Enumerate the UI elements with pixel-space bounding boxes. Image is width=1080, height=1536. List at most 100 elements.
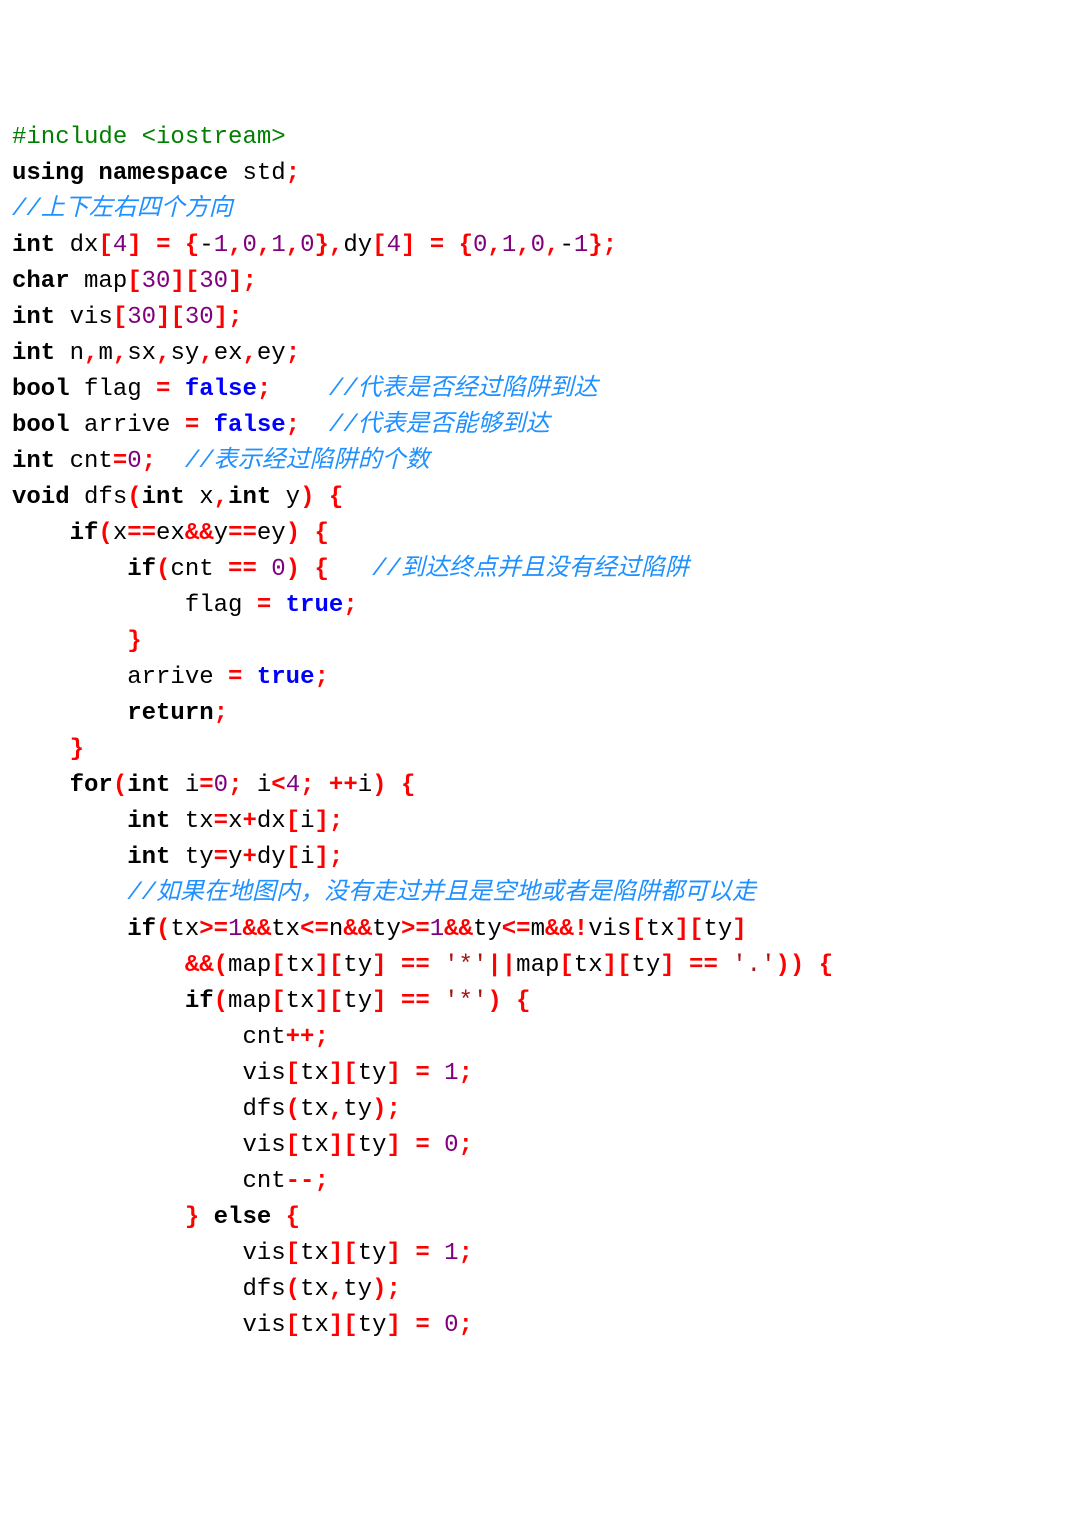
id-token bbox=[430, 952, 444, 979]
punc-token: = bbox=[199, 772, 213, 799]
num-token: 1 bbox=[502, 232, 516, 259]
bkt-token: [ bbox=[286, 1060, 300, 1087]
id-token: flag bbox=[70, 376, 156, 403]
kw-token: using namespace bbox=[12, 160, 228, 187]
code-line: if(map[tx][ty] == '*') { bbox=[12, 984, 1068, 1020]
type-token: bool bbox=[12, 376, 70, 403]
code-line: cnt++; bbox=[12, 1020, 1068, 1056]
id-token bbox=[430, 1240, 444, 1267]
comment-token: //到达终点并且没有经过陷阱 bbox=[372, 556, 689, 583]
id-token: vis bbox=[12, 1312, 286, 1339]
bkt-token: ][ bbox=[314, 952, 343, 979]
id-token bbox=[315, 484, 329, 511]
type-token: bool bbox=[12, 412, 70, 439]
num-token: 0 bbox=[271, 556, 285, 583]
id-token bbox=[156, 448, 185, 475]
type-token: int bbox=[127, 772, 170, 799]
punc-token: == bbox=[689, 952, 718, 979]
code-line: char map[30][30]; bbox=[12, 264, 1068, 300]
id-token: tx bbox=[300, 1060, 329, 1087]
punc-token: = bbox=[228, 664, 242, 691]
punc-token: , bbox=[545, 232, 559, 259]
num-token: 1 bbox=[444, 1060, 458, 1087]
punc-token: == bbox=[228, 520, 257, 547]
id-token bbox=[387, 772, 401, 799]
id-token bbox=[12, 880, 127, 907]
punc-token: ) bbox=[372, 772, 386, 799]
id-token: y bbox=[271, 484, 300, 511]
bkt-token: [ bbox=[286, 1132, 300, 1159]
id-token: ex bbox=[214, 340, 243, 367]
id-token: arrive bbox=[12, 664, 228, 691]
id-token: ty bbox=[170, 844, 213, 871]
code-line: int cnt=0; //表示经过陷阱的个数 bbox=[12, 444, 1068, 480]
bkt-token: ] bbox=[401, 232, 415, 259]
num-token: 1 bbox=[214, 232, 228, 259]
punc-token: --; bbox=[286, 1168, 329, 1195]
id-token bbox=[387, 988, 401, 1015]
punc-token: ; bbox=[459, 1312, 473, 1339]
bkt-token: ] bbox=[387, 1312, 401, 1339]
bkt-token: [ bbox=[98, 232, 112, 259]
num-token: 0 bbox=[214, 772, 228, 799]
bkt-token: [ bbox=[286, 1312, 300, 1339]
punc-token: { bbox=[185, 232, 199, 259]
bkt-token: ][ bbox=[156, 304, 185, 331]
punc-token: <= bbox=[300, 916, 329, 943]
code-line: //上下左右四个方向 bbox=[12, 192, 1068, 228]
code-line: &&(map[tx][ty] == '*'||map[tx][ty] == '.… bbox=[12, 948, 1068, 984]
kw-token: for bbox=[70, 772, 113, 799]
kwb-token: true bbox=[286, 592, 344, 619]
id-token: flag bbox=[12, 592, 257, 619]
punc-token: >= bbox=[199, 916, 228, 943]
str-token: '*' bbox=[444, 988, 487, 1015]
punc-token: ; bbox=[257, 376, 271, 403]
punc-token: = bbox=[415, 1132, 429, 1159]
punc-token: = bbox=[415, 1240, 429, 1267]
punc-token: , bbox=[329, 1276, 343, 1303]
comment-token: //表示经过陷阱的个数 bbox=[185, 448, 430, 475]
bkt-token: ] bbox=[732, 916, 746, 943]
bkt-token: [ bbox=[271, 952, 285, 979]
id-token: sx bbox=[127, 340, 156, 367]
id-token bbox=[12, 628, 127, 655]
id-token: ex bbox=[156, 520, 185, 547]
punc-token: = bbox=[185, 412, 199, 439]
type-token: int bbox=[142, 484, 185, 511]
type-token: int bbox=[127, 844, 170, 871]
code-line: } else { bbox=[12, 1200, 1068, 1236]
punc-token: , bbox=[257, 232, 271, 259]
id-token bbox=[444, 232, 458, 259]
punc-token: == bbox=[127, 520, 156, 547]
punc-token: ; bbox=[459, 1132, 473, 1159]
id-token: ty bbox=[343, 1096, 372, 1123]
id-token bbox=[12, 844, 127, 871]
num-token: 1 bbox=[444, 1240, 458, 1267]
id-token: x bbox=[185, 484, 214, 511]
id-token: vis bbox=[55, 304, 113, 331]
punc-token: ; bbox=[242, 268, 256, 295]
id-token bbox=[430, 1312, 444, 1339]
punc-token: ( bbox=[98, 520, 112, 547]
id-token: vis bbox=[12, 1132, 286, 1159]
bkt-token: [ bbox=[113, 304, 127, 331]
id-token bbox=[271, 592, 285, 619]
id-token bbox=[329, 556, 372, 583]
num-token: 1 bbox=[574, 232, 588, 259]
id-token bbox=[430, 1060, 444, 1087]
id-token: tx bbox=[170, 916, 199, 943]
punc-token: , bbox=[228, 232, 242, 259]
id-token: map bbox=[516, 952, 559, 979]
punc-token: ++; bbox=[286, 1024, 329, 1051]
id-token bbox=[12, 916, 127, 943]
id-token bbox=[315, 772, 329, 799]
punc-token: ; bbox=[343, 592, 357, 619]
code-line: bool arrive = false; //代表是否能够到达 bbox=[12, 408, 1068, 444]
bkt-token: ][ bbox=[329, 1060, 358, 1087]
punc-token: , bbox=[199, 340, 213, 367]
punc-token: && bbox=[185, 520, 214, 547]
code-line: if(x==ex&&y==ey) { bbox=[12, 516, 1068, 552]
type-token: void bbox=[12, 484, 70, 511]
bkt-token: ] bbox=[315, 844, 329, 871]
bkt-token: ] bbox=[387, 1060, 401, 1087]
